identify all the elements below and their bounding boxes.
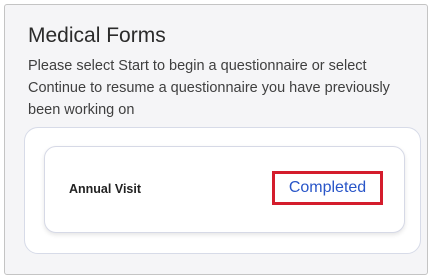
form-card-annual-visit[interactable]: Annual Visit Completed [44, 146, 405, 233]
instructions-text: Please select Start to begin a questionn… [28, 58, 390, 118]
form-name: Annual Visit [69, 182, 142, 196]
completed-status-link[interactable]: Completed [272, 171, 383, 205]
page-title: Medical Forms [28, 24, 166, 47]
